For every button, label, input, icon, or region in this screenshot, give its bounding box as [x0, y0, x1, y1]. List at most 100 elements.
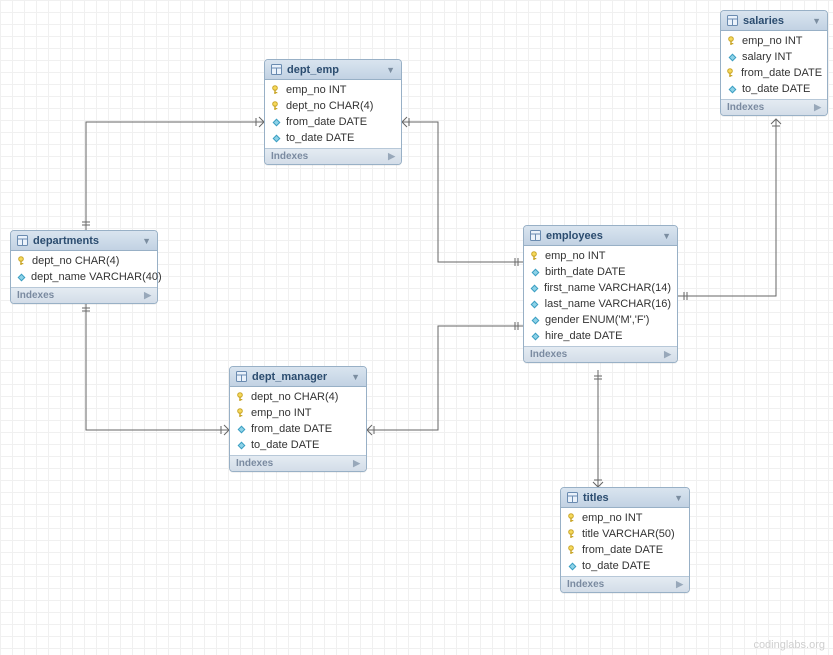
column-row[interactable]: to_date DATE — [721, 81, 827, 97]
chevron-right-icon: ▶ — [814, 102, 821, 113]
column-label: emp_no INT — [251, 407, 312, 419]
column-label: from_date DATE — [286, 116, 367, 128]
diamond-icon — [567, 562, 577, 571]
column-row[interactable]: to_date DATE — [561, 558, 689, 574]
column-row[interactable]: last_name VARCHAR(16) — [524, 296, 677, 312]
footer-label: Indexes — [727, 102, 764, 113]
key-icon — [236, 392, 246, 402]
indexes-footer[interactable]: Indexes ▶ — [721, 99, 827, 115]
table-header[interactable]: employees▼ — [524, 226, 677, 246]
footer-label: Indexes — [271, 151, 308, 162]
table-header[interactable]: titles▼ — [561, 488, 689, 508]
column-row[interactable]: emp_no INT — [265, 82, 401, 98]
column-row[interactable]: title VARCHAR(50) — [561, 526, 689, 542]
collapse-icon[interactable]: ▼ — [674, 493, 683, 503]
indexes-footer[interactable]: Indexes▶ — [524, 346, 677, 362]
key-icon — [271, 85, 281, 95]
columns-list: emp_no INT birth_date DATE first_name VARC… — [524, 246, 677, 346]
indexes-footer[interactable]: Indexes ▶ — [11, 287, 157, 303]
column-row[interactable]: emp_no INT — [721, 33, 827, 49]
column-row[interactable]: from_date DATE — [721, 65, 827, 81]
diamond-icon — [530, 284, 539, 293]
column-row[interactable]: dept_no CHAR(4) — [230, 389, 366, 405]
column-label: title VARCHAR(50) — [582, 528, 675, 540]
table-name: departments — [33, 235, 142, 247]
diamond-icon — [530, 332, 540, 341]
column-row[interactable]: from_date DATE — [265, 114, 401, 130]
column-row[interactable]: to_date DATE — [265, 130, 401, 146]
table-departments[interactable]: departments▼ dept_no CHAR(4) dept_name VAR… — [10, 230, 158, 304]
column-label: to_date DATE — [742, 83, 810, 95]
column-row[interactable]: salary INT — [721, 49, 827, 65]
table-header[interactable]: dept_emp▼ — [265, 60, 401, 80]
diamond-icon — [530, 300, 540, 309]
table-titles[interactable]: titles▼ emp_no INT title VARCHAR(50) from_d… — [560, 487, 690, 593]
column-row[interactable]: dept_no CHAR(4) — [11, 253, 157, 269]
column-label: emp_no INT — [742, 35, 803, 47]
column-label: last_name VARCHAR(16) — [545, 298, 671, 310]
diamond-icon — [17, 273, 26, 282]
column-row[interactable]: dept_no CHAR(4) — [265, 98, 401, 114]
column-row[interactable]: emp_no INT — [561, 510, 689, 526]
column-label: to_date DATE — [286, 132, 354, 144]
collapse-icon[interactable]: ▼ — [351, 372, 360, 382]
column-label: birth_date DATE — [545, 266, 626, 278]
footer-label: Indexes — [17, 290, 54, 301]
column-row[interactable]: gender ENUM('M','F') — [524, 312, 677, 328]
column-row[interactable]: birth_date DATE — [524, 264, 677, 280]
indexes-footer[interactable]: Indexes▶ — [265, 148, 401, 164]
column-row[interactable]: emp_no INT — [230, 405, 366, 421]
chevron-right-icon: ▶ — [144, 290, 151, 301]
table-header[interactable]: salaries▼ — [721, 11, 827, 31]
column-label: to_date DATE — [251, 439, 319, 451]
column-row[interactable]: first_name VARCHAR(14) — [524, 280, 677, 296]
collapse-icon[interactable]: ▼ — [662, 231, 671, 241]
collapse-icon[interactable]: ▼ — [142, 236, 151, 246]
column-label: dept_no CHAR(4) — [32, 255, 119, 267]
indexes-footer[interactable]: Indexes▶ — [230, 455, 366, 471]
key-icon — [727, 68, 736, 78]
table-dept_emp[interactable]: dept_emp▼ emp_no INT dept_no CHAR(4) from_d… — [264, 59, 402, 165]
diamond-icon — [236, 425, 246, 434]
collapse-icon[interactable]: ▼ — [386, 65, 395, 75]
diamond-icon — [271, 134, 281, 143]
diamond-icon — [530, 268, 540, 277]
column-label: emp_no INT — [582, 512, 643, 524]
key-icon — [530, 251, 540, 261]
diamond-icon — [727, 85, 737, 94]
table-employees[interactable]: employees▼ emp_no INT birth_date DATE first… — [523, 225, 678, 363]
relationship-lines — [0, 0, 833, 655]
table-header[interactable]: departments▼ — [11, 231, 157, 251]
column-row[interactable]: dept_name VARCHAR(40) — [11, 269, 157, 285]
columns-list: emp_no INT dept_no CHAR(4) from_date DATE t… — [265, 80, 401, 148]
column-row[interactable]: from_date DATE — [561, 542, 689, 558]
columns-list: dept_no CHAR(4) emp_no INT from_date DATE t… — [230, 387, 366, 455]
column-label: emp_no INT — [286, 84, 347, 96]
column-row[interactable]: from_date DATE — [230, 421, 366, 437]
column-label: salary INT — [742, 51, 792, 63]
column-row[interactable]: emp_no INT — [524, 248, 677, 264]
column-row[interactable]: to_date DATE — [230, 437, 366, 453]
column-label: dept_name VARCHAR(40) — [31, 271, 162, 283]
collapse-icon[interactable]: ▼ — [812, 16, 821, 26]
table-salaries[interactable]: salaries▼ emp_no INT salary INT from_date D… — [720, 10, 828, 116]
key-icon — [567, 513, 577, 523]
table-name: titles — [583, 492, 674, 504]
key-icon — [17, 256, 27, 266]
watermark: codinglabs.org — [753, 639, 825, 651]
diamond-icon — [236, 441, 246, 450]
columns-list: emp_no INT salary INT from_date DATE to_dat… — [721, 31, 827, 99]
table-header[interactable]: dept_manager▼ — [230, 367, 366, 387]
table-icon — [567, 492, 578, 503]
chevron-right-icon: ▶ — [664, 349, 671, 360]
table-name: dept_manager — [252, 371, 351, 383]
columns-list: emp_no INT title VARCHAR(50) from_date DAT… — [561, 508, 689, 576]
key-icon — [271, 101, 281, 111]
table-icon — [530, 230, 541, 241]
table-name: employees — [546, 230, 662, 242]
table-icon — [17, 235, 28, 246]
chevron-right-icon: ▶ — [676, 579, 683, 590]
column-row[interactable]: hire_date DATE — [524, 328, 677, 344]
table-dept_manager[interactable]: dept_manager▼ dept_no CHAR(4) emp_no INT fr… — [229, 366, 367, 472]
indexes-footer[interactable]: Indexes▶ — [561, 576, 689, 592]
